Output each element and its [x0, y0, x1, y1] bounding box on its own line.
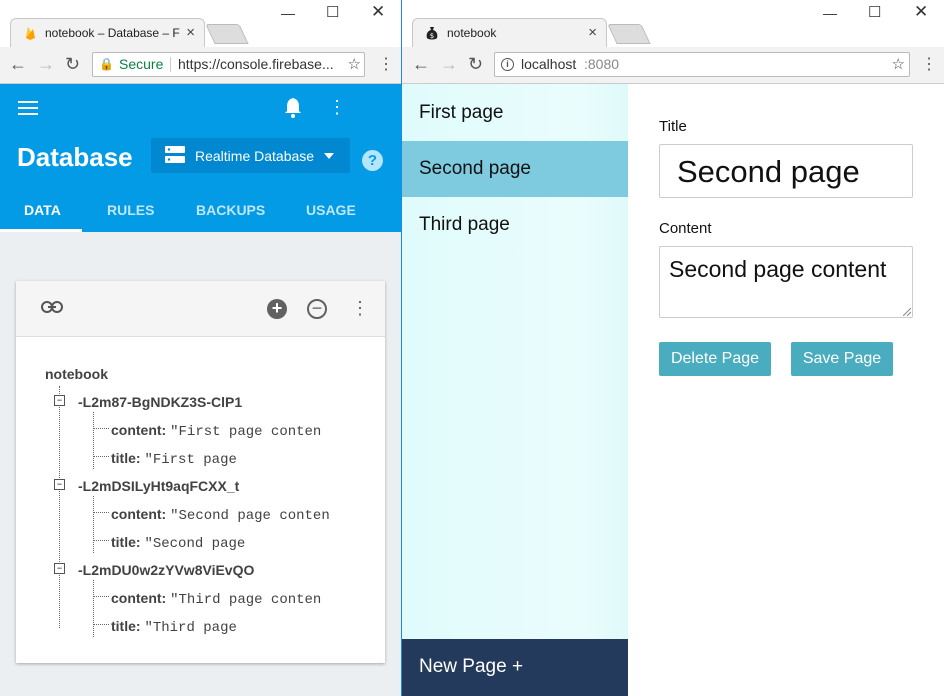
tree-line: [93, 580, 94, 637]
tab-usage[interactable]: USAGE: [306, 202, 356, 218]
back-arrow-icon[interactable]: ←: [9, 54, 27, 75]
svg-text:$: $: [430, 32, 434, 40]
remove-node-icon[interactable]: −: [307, 299, 327, 319]
resize-handle-icon[interactable]: [903, 308, 911, 316]
tree-node-key[interactable]: -L2mDSILyHt9aqFCXX_t: [78, 478, 239, 494]
new-page-button[interactable]: New Page +: [402, 639, 628, 696]
database-selector[interactable]: Realtime Database: [151, 138, 350, 173]
database-selector-label: Realtime Database: [195, 148, 315, 164]
close-tab-icon[interactable]: ×: [186, 24, 195, 41]
url-text: https://console.firebase...: [178, 56, 334, 72]
chrome-menu-icon[interactable]: ⋮: [378, 54, 394, 74]
card-overflow-icon[interactable]: ⋮: [351, 298, 369, 319]
database-icon: [165, 146, 185, 163]
tab-backups[interactable]: BACKUPS: [196, 202, 265, 218]
sidebar-item-third-page[interactable]: Third page: [402, 197, 628, 253]
url-port: :8080: [584, 56, 620, 72]
maximize-icon[interactable]: ☐: [326, 3, 339, 21]
data-card: + − ⋮ notebook − -L2m87-BgNDKZ3S-ClP1 co…: [16, 281, 385, 663]
firebase-flame-icon: [26, 27, 35, 40]
tree-leaf[interactable]: title: "Third page: [111, 618, 237, 636]
firebase-browser-window: notebook – Database – F × — ☐ ✕ ← → ↻ 🔒 …: [0, 0, 402, 696]
tree-node-key[interactable]: -L2mDU0w2zYVw8ViEvQO: [78, 562, 254, 578]
new-tab-button[interactable]: [607, 24, 651, 44]
notifications-bell-icon[interactable]: [284, 98, 302, 118]
tree-leaf[interactable]: title: "First page: [111, 450, 237, 468]
dropdown-arrow-icon: [324, 153, 334, 159]
notebook-browser-window: $ notebook × — ☐ ✕ ← → ↻ i localhost :80…: [401, 0, 944, 696]
tree-line: [93, 596, 109, 597]
collapse-toggle-icon[interactable]: −: [54, 563, 65, 574]
card-toolbar: + − ⋮: [16, 281, 385, 337]
minimize-icon[interactable]: —: [281, 5, 295, 21]
tree-leaf[interactable]: content: "First page conten: [111, 422, 321, 440]
tree-leaf[interactable]: content: "Third page conten: [111, 590, 321, 608]
forward-arrow-icon[interactable]: →: [440, 54, 458, 75]
add-node-icon[interactable]: +: [267, 299, 287, 319]
tree-root[interactable]: notebook: [45, 366, 108, 382]
overflow-menu-icon[interactable]: ⋮: [328, 97, 346, 118]
pages-sidebar: First page Second page Third page New Pa…: [402, 84, 628, 696]
save-page-button[interactable]: Save Page: [791, 342, 893, 376]
chrome-menu-icon[interactable]: ⋮: [921, 54, 937, 74]
collapse-toggle-icon[interactable]: −: [54, 479, 65, 490]
sidebar-item-first-page[interactable]: First page: [402, 85, 628, 141]
bookmark-star-icon[interactable]: ☆: [892, 53, 905, 76]
tree-line: [93, 412, 94, 469]
back-arrow-icon[interactable]: ←: [412, 54, 430, 75]
tree-line: [93, 428, 109, 429]
hamburger-menu-icon[interactable]: [18, 101, 38, 115]
tab-rules[interactable]: RULES: [107, 202, 154, 218]
content-label: Content: [659, 220, 712, 237]
tree-node-key[interactable]: -L2m87-BgNDKZ3S-ClP1: [78, 394, 242, 410]
tab-title: notebook: [447, 26, 497, 40]
secure-label: Secure: [119, 56, 164, 72]
address-bar[interactable]: 🔒 Secure https://console.firebase... ☆: [92, 52, 365, 77]
tree-line: [93, 540, 109, 541]
tree-line: [93, 512, 109, 513]
browser-tab-firebase[interactable]: notebook – Database – F ×: [10, 18, 205, 47]
maximize-icon[interactable]: ☐: [868, 3, 881, 21]
reload-icon[interactable]: ↻: [468, 54, 483, 75]
tree-leaf[interactable]: content: "Second page conten: [111, 506, 330, 524]
info-icon[interactable]: i: [501, 58, 514, 71]
sidebar-item-second-page[interactable]: Second page: [402, 141, 628, 197]
minimize-icon[interactable]: —: [823, 5, 837, 21]
new-tab-button[interactable]: [205, 24, 249, 44]
tab-strip: notebook – Database – F × — ☐ ✕: [0, 0, 402, 47]
lock-icon: 🔒: [99, 57, 114, 71]
content-textarea[interactable]: Second page content: [659, 246, 913, 318]
tree-line: [59, 386, 60, 628]
active-tab-indicator: [0, 229, 82, 232]
link-icon[interactable]: [41, 301, 63, 313]
title-input[interactable]: Second page: [659, 144, 913, 198]
address-bar[interactable]: i localhost :8080 ☆: [494, 52, 910, 77]
collapse-toggle-icon[interactable]: −: [54, 395, 65, 406]
money-bag-icon: $: [426, 27, 438, 40]
tree-leaf[interactable]: title: "Second page: [111, 534, 245, 552]
url-host: localhost: [521, 56, 577, 72]
reload-icon[interactable]: ↻: [65, 54, 80, 75]
bookmark-star-icon[interactable]: ☆: [344, 53, 361, 76]
close-window-icon[interactable]: ✕: [371, 2, 385, 22]
firebase-header: ⋮ Database Realtime Database ? DATA RULE…: [0, 84, 402, 232]
tree-line: [93, 496, 94, 553]
database-tabs: DATA RULES BACKUPS USAGE: [0, 202, 402, 232]
tree-line: [93, 624, 109, 625]
tab-strip: $ notebook × — ☐ ✕: [402, 0, 944, 47]
url-divider: [170, 57, 171, 72]
delete-page-button[interactable]: Delete Page: [659, 342, 771, 376]
close-tab-icon[interactable]: ×: [588, 24, 597, 41]
title-label: Title: [659, 118, 687, 135]
toolbar: ← → ↻ i localhost :8080 ☆ ⋮: [402, 47, 944, 84]
tab-data[interactable]: DATA: [24, 202, 61, 218]
toolbar: ← → ↻ 🔒 Secure https://console.firebase.…: [0, 47, 402, 84]
help-icon[interactable]: ?: [362, 150, 383, 171]
browser-tab-notebook[interactable]: $ notebook ×: [412, 18, 607, 47]
tree-line: [93, 456, 109, 457]
page-title: Database: [17, 142, 133, 172]
forward-arrow-icon[interactable]: →: [37, 54, 55, 75]
tab-title: notebook – Database – F: [45, 26, 180, 40]
close-window-icon[interactable]: ✕: [914, 2, 928, 22]
